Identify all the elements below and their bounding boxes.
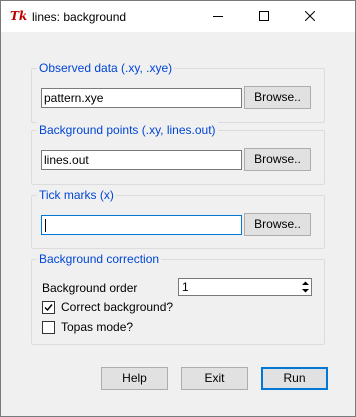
- tick-marks-label: Tick marks (x): [37, 187, 116, 203]
- background-points-input[interactable]: [41, 150, 242, 170]
- dialog-body: Observed data (.xy, .xye) Browse.. Backg…: [1, 32, 355, 416]
- background-order-label: Background order: [42, 281, 138, 295]
- exit-button[interactable]: Exit: [181, 367, 248, 390]
- tick-marks-input[interactable]: [41, 215, 242, 235]
- correct-background-label: Correct background?: [61, 300, 174, 314]
- checkmark-icon: [44, 304, 53, 312]
- background-points-browse-button[interactable]: Browse..: [244, 148, 311, 171]
- title-bar[interactable]: Tk lines: background: [1, 1, 355, 32]
- observed-data-label: Observed data (.xy, .xye): [37, 60, 175, 76]
- observed-data-input[interactable]: [41, 88, 242, 108]
- observed-data-group: Observed data (.xy, .xye) Browse..: [31, 60, 325, 123]
- tick-marks-browse-button[interactable]: Browse..: [244, 213, 311, 236]
- window-title: lines: background: [32, 10, 127, 24]
- minimize-button[interactable]: [195, 1, 241, 32]
- background-correction-label: Background correction: [37, 251, 162, 267]
- spin-arrows[interactable]: [300, 279, 311, 295]
- tick-marks-group: Tick marks (x) Browse..: [31, 187, 325, 249]
- background-points-group: Background points (.xy, lines.out) Brows…: [31, 122, 325, 185]
- close-icon: [305, 11, 315, 21]
- text-caret: [45, 219, 46, 232]
- close-button[interactable]: [287, 1, 333, 32]
- background-points-label: Background points (.xy, lines.out): [37, 122, 218, 138]
- maximize-button[interactable]: [241, 1, 287, 32]
- maximize-icon: [259, 11, 269, 21]
- spin-up-down-icon: [302, 281, 309, 293]
- topas-mode-checkbox[interactable]: [42, 321, 55, 334]
- background-order-value: 1: [182, 280, 189, 294]
- tk-feather-icon: Tk: [10, 9, 28, 23]
- app-window: Tk lines: background Observed data (.xy,…: [0, 0, 356, 417]
- topas-mode-label: Topas mode?: [61, 320, 134, 334]
- help-button[interactable]: Help: [101, 367, 168, 390]
- observed-browse-button[interactable]: Browse..: [244, 86, 311, 109]
- background-order-spinbox[interactable]: 1: [178, 278, 312, 296]
- background-correction-group: Background correction Background order 1…: [31, 251, 325, 345]
- run-button[interactable]: Run: [261, 367, 328, 390]
- correct-background-checkbox[interactable]: [42, 301, 55, 314]
- minimize-icon: [213, 16, 223, 17]
